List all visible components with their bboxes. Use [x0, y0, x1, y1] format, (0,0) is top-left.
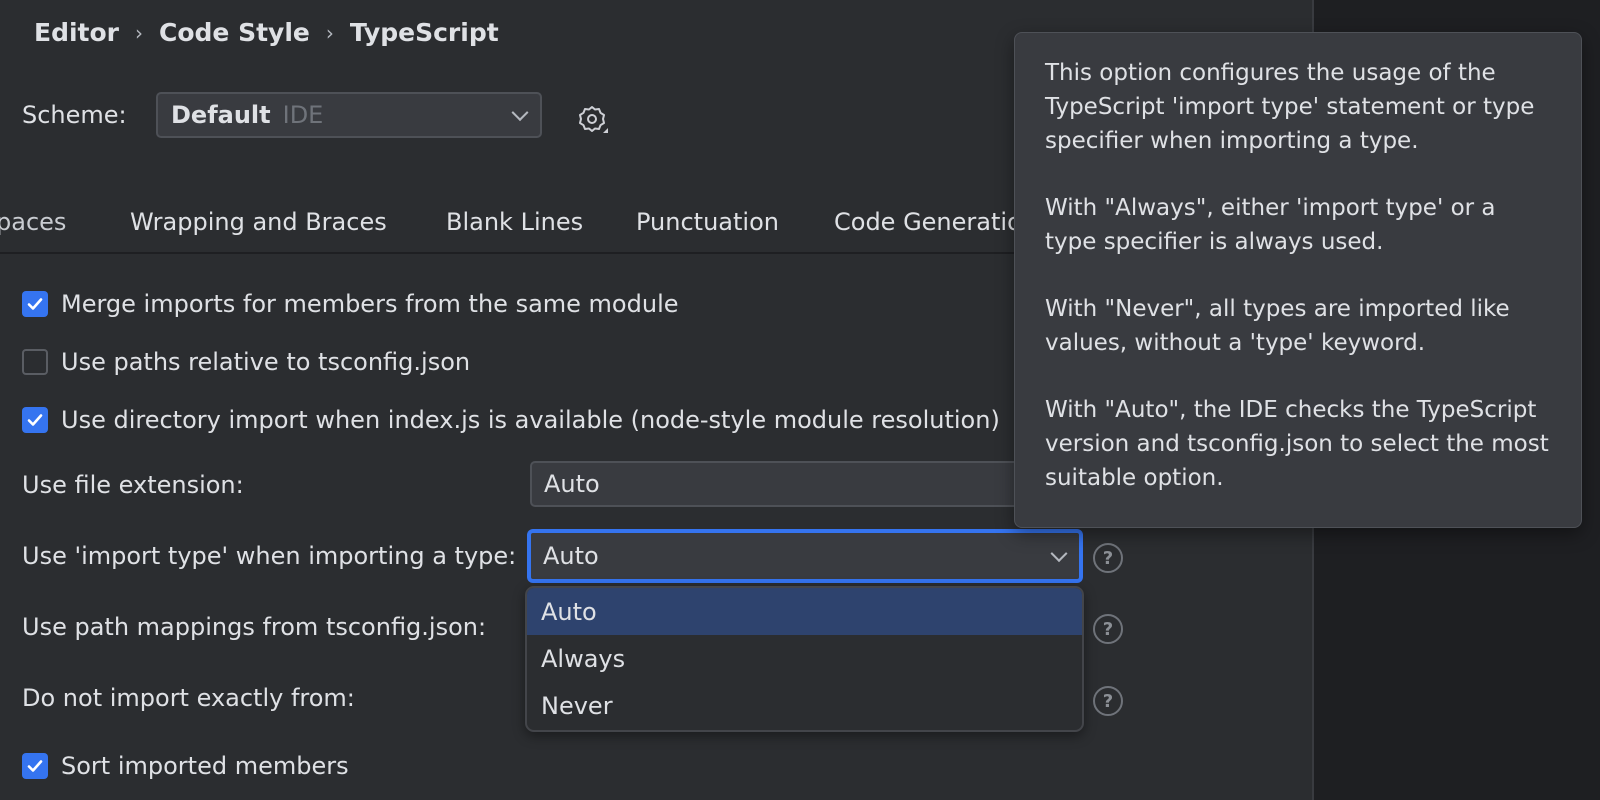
scheme-value: Default	[171, 101, 271, 129]
breadcrumb-typescript: TypeScript	[349, 18, 499, 47]
dropdown-option-auto[interactable]: Auto	[527, 588, 1082, 635]
merge-imports-checkbox-row[interactable]: Merge imports for members from the same …	[22, 290, 679, 318]
breadcrumb-code-style[interactable]: Code Style	[159, 18, 310, 47]
tooltip-paragraph: With "Auto", the IDE checks the TypeScri…	[1045, 397, 1549, 491]
checkbox-label: Use directory import when index.js is av…	[61, 406, 1000, 434]
breadcrumb-separator: ›	[135, 20, 143, 45]
checkmark-icon	[27, 298, 43, 310]
breadcrumb-separator: ›	[325, 20, 334, 45]
tooltip-paragraph: This option configures the usage of the …	[1045, 60, 1535, 154]
gear-icon[interactable]	[574, 100, 610, 136]
tooltip-paragraph: With "Always", either 'import type' or a…	[1045, 195, 1496, 255]
checkbox-label: Sort imported members	[61, 752, 349, 780]
chevron-down-icon	[1050, 545, 1068, 563]
dropdown-option-always[interactable]: Always	[527, 635, 1082, 682]
scheme-sub: IDE	[282, 101, 324, 129]
tab-spaces[interactable]: paces	[0, 208, 66, 236]
checkmark-icon	[27, 760, 43, 772]
dropdown-option-never[interactable]: Never	[527, 682, 1082, 729]
tab-bar: paces Wrapping and Braces Blank Lines Pu…	[0, 200, 1037, 254]
checkbox-checked[interactable]	[22, 753, 48, 779]
tooltip-paragraph: With "Never", all types are imported lik…	[1045, 296, 1510, 356]
breadcrumb-editor[interactable]: Editor	[34, 18, 119, 47]
do-not-import-label: Do not import exactly from:	[22, 684, 355, 712]
tab-blank-lines[interactable]: Blank Lines	[446, 208, 583, 236]
sort-members-checkbox-row[interactable]: Sort imported members	[22, 752, 349, 780]
path-mappings-label: Use path mappings from tsconfig.json:	[22, 613, 487, 641]
import-type-select[interactable]: Auto	[528, 530, 1082, 582]
directory-import-checkbox-row[interactable]: Use directory import when index.js is av…	[22, 406, 1000, 434]
import-type-value: Auto	[543, 542, 599, 570]
relative-paths-checkbox-row[interactable]: Use paths relative to tsconfig.json	[22, 348, 470, 376]
checkbox-checked[interactable]	[22, 407, 48, 433]
checkbox-label: Merge imports for members from the same …	[61, 290, 679, 318]
chevron-down-icon	[511, 104, 529, 122]
import-type-label: Use 'import type' when importing a type:	[22, 542, 517, 570]
tab-wrapping-and-braces[interactable]: Wrapping and Braces	[130, 208, 387, 236]
tab-punctuation[interactable]: Punctuation	[636, 208, 779, 236]
tab-code-generation[interactable]: Code Generation	[834, 208, 1037, 236]
help-tooltip: This option configures the usage of the …	[1014, 32, 1582, 528]
checkbox-label: Use paths relative to tsconfig.json	[61, 348, 471, 376]
checkbox-unchecked[interactable]	[22, 349, 48, 375]
breadcrumb: Editor › Code Style › TypeScript	[34, 18, 499, 47]
scheme-label: Scheme:	[22, 101, 127, 129]
help-icon[interactable]: ?	[1093, 543, 1123, 573]
file-extension-value: Auto	[544, 470, 600, 498]
scheme-select[interactable]: Default IDE	[156, 92, 542, 138]
help-icon[interactable]: ?	[1093, 686, 1123, 716]
file-extension-select[interactable]: Auto	[530, 461, 1050, 507]
checkmark-icon	[27, 414, 43, 426]
import-type-dropdown-list: Auto Always Never	[525, 586, 1084, 732]
help-icon[interactable]: ?	[1093, 614, 1123, 644]
checkbox-checked[interactable]	[22, 291, 48, 317]
file-extension-label: Use file extension:	[22, 471, 244, 499]
